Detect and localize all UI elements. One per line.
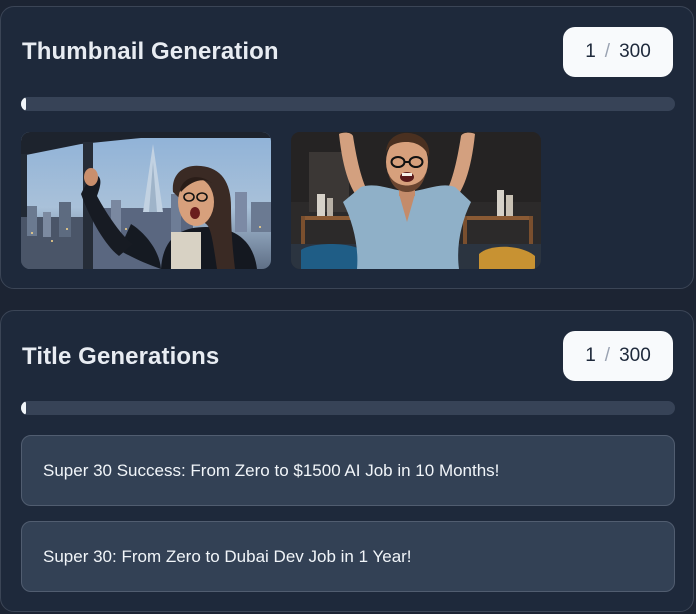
photo-man-celebrating-icon <box>291 132 541 269</box>
title-counter: 1 / 300 <box>563 331 673 381</box>
title-counter-total: 300 <box>619 345 651 366</box>
thumbnail-generation-title: Thumbnail Generation <box>22 38 279 65</box>
thumbnail-progress-bar <box>21 97 675 111</box>
thumbnail-counter: 1 / 300 <box>563 27 673 77</box>
generated-title-item-2[interactable]: Super 30: From Zero to Dubai Dev Job in … <box>21 521 675 592</box>
thumbnail-counter-total: 300 <box>619 41 651 62</box>
title-progress-bar <box>21 401 675 415</box>
title-generations-title: Title Generations <box>22 343 220 370</box>
generated-title-item-1[interactable]: Super 30 Success: From Zero to $1500 AI … <box>21 435 675 506</box>
thumbnail-generation-card: Thumbnail Generation 1 / 300 <box>0 6 694 289</box>
thumbnail-counter-current: 1 <box>585 41 596 62</box>
thumbnail-image-2[interactable] <box>291 132 541 269</box>
title-counter-separator: / <box>604 345 611 366</box>
thumbnail-progress-fill <box>21 97 27 111</box>
thumbnail-image-1[interactable] <box>21 132 271 269</box>
title-generations-card: Title Generations 1 / 300 Super 30 Succe… <box>0 310 694 612</box>
title-progress-fill <box>21 401 27 415</box>
photo-woman-celebrating-icon <box>21 132 271 269</box>
thumbnail-counter-separator: / <box>604 41 611 62</box>
title-counter-current: 1 <box>585 345 596 366</box>
